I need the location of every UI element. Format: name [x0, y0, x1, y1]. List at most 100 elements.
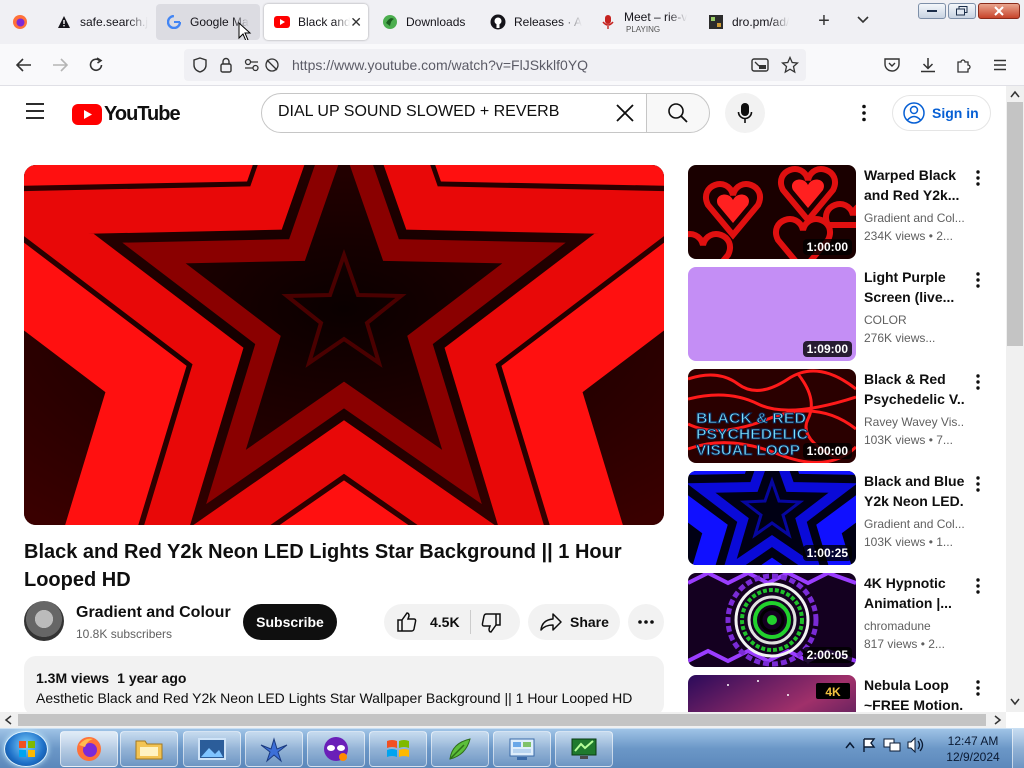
recommended-title[interactable]: Black and Blue Y2k Neon LED... [864, 471, 964, 511]
channel-name[interactable]: Gradient and Colour [76, 604, 231, 622]
youtube-icon [274, 14, 290, 30]
app-menu-icon[interactable] [990, 55, 1010, 75]
channel-avatar[interactable] [24, 601, 64, 641]
recommended-channel[interactable]: chromadune [864, 619, 964, 633]
sign-in-button[interactable]: Sign in [892, 95, 991, 131]
recommended-title[interactable]: Nebula Loop ~FREE Motion... [864, 675, 964, 712]
more-actions-button[interactable] [628, 604, 664, 640]
vertical-scrollbar[interactable] [1006, 86, 1024, 712]
video-thumbnail[interactable]: 4K [688, 675, 856, 712]
recommended-channel[interactable]: Ravey Wavey Vis... [864, 415, 964, 429]
forward-button[interactable] [50, 55, 70, 75]
recommended-video[interactable]: 1:00:25 Black and Blue Y2k Neon LED... Gr… [688, 471, 988, 567]
video-player[interactable] [24, 165, 664, 525]
guide-menu-icon[interactable] [24, 102, 46, 125]
recommended-title[interactable]: Warped Black and Red Y2k... [864, 165, 964, 205]
scroll-up-icon[interactable] [1010, 90, 1020, 98]
recommended-title[interactable]: 4K Hypnotic Animation |... [864, 573, 964, 613]
search-button[interactable] [646, 93, 710, 133]
video-thumbnail[interactable]: BLACK & RED PSYCHEDELIC VISUAL LOOP 1:00… [688, 369, 856, 463]
list-all-tabs-icon[interactable] [856, 12, 870, 30]
title-line: 4K Hypnotic [864, 575, 946, 591]
recommended-video[interactable]: BLACK & RED PSYCHEDELIC VISUAL LOOP 1:00… [688, 369, 988, 465]
show-desktop-button[interactable] [1012, 729, 1024, 768]
video-thumbnail[interactable]: 1:00:00 [688, 165, 856, 259]
video-options-icon[interactable] [970, 271, 986, 294]
tab-label: dro.pm/ad/ [732, 15, 790, 29]
taskbar-explorer[interactable] [120, 731, 178, 767]
pocket-icon[interactable] [882, 55, 902, 75]
network-icon[interactable] [883, 737, 901, 753]
volume-icon[interactable] [907, 737, 925, 753]
tab-releases[interactable]: Releases · A [480, 4, 586, 40]
bookmark-star-icon[interactable] [780, 55, 800, 75]
permissions-icon[interactable] [242, 55, 282, 75]
new-tab-button[interactable]: + [814, 10, 834, 32]
system-clock[interactable]: 12:47 AM 12/9/2024 [944, 733, 1002, 765]
voice-search-button[interactable] [725, 93, 765, 133]
recommended-channel[interactable]: COLOR [864, 313, 964, 327]
taskbar-photo-app[interactable] [183, 731, 241, 767]
recommended-channel[interactable]: Gradient and Col... [864, 517, 964, 531]
taskbar-firefox[interactable] [60, 731, 118, 767]
close-tab-icon[interactable]: ✕ [350, 14, 362, 31]
video-thumbnail[interactable]: 1:00:25 [688, 471, 856, 565]
extensions-icon[interactable] [954, 55, 974, 75]
youtube-logo[interactable]: YouTube [72, 103, 181, 126]
video-options-icon[interactable] [970, 169, 986, 192]
downloads-button-icon[interactable] [918, 55, 938, 75]
recommended-video[interactable]: 1:09:00 Light Purple Screen (live... COLO… [688, 267, 988, 363]
share-button[interactable]: Share [528, 604, 620, 640]
video-options-icon[interactable] [970, 475, 986, 498]
taskbar-mask-app[interactable] [307, 731, 365, 767]
taskbar-app-bird[interactable] [245, 731, 303, 767]
reload-button[interactable] [86, 55, 106, 75]
video-thumbnail[interactable]: 2:00:05 [688, 573, 856, 667]
recommended-video[interactable]: 4K Nebula Loop ~FREE Motion... [688, 675, 988, 712]
lock-icon[interactable] [216, 55, 236, 75]
firefox-view-tab[interactable] [2, 4, 42, 40]
recommended-title[interactable]: Black & Red Psychedelic V... [864, 369, 964, 409]
horizontal-scroll-thumb[interactable] [18, 714, 986, 726]
restore-button[interactable] [948, 3, 976, 19]
tab-google-maps[interactable]: Google Ma [156, 4, 260, 40]
description-box[interactable]: 1.3M views 1 year ago Aesthetic Black and… [24, 656, 664, 716]
tab-meet[interactable]: Meet – rie-v PLAYING [590, 4, 696, 40]
recommended-title[interactable]: Light Purple Screen (live... [864, 267, 964, 307]
back-button[interactable] [14, 55, 34, 75]
minimize-button[interactable] [918, 3, 946, 19]
video-options-icon[interactable] [970, 679, 986, 702]
tab-youtube-active[interactable]: Black and ✕ [264, 4, 368, 40]
action-center-flag-icon[interactable] [861, 737, 877, 753]
show-hidden-icons[interactable] [845, 741, 855, 749]
horizontal-scrollbar[interactable] [0, 712, 1006, 728]
search-input[interactable] [278, 103, 598, 121]
subscribe-button[interactable]: Subscribe [243, 604, 337, 640]
picture-in-picture-icon[interactable] [750, 55, 770, 75]
taskbar-windows-app[interactable] [369, 731, 427, 767]
clear-search-icon[interactable] [614, 102, 636, 129]
start-button[interactable] [4, 731, 48, 767]
video-options-icon[interactable] [970, 577, 986, 600]
settings-kebab-icon[interactable] [854, 103, 874, 128]
url-bar[interactable]: https://www.youtube.com/watch?v=FlJSkklf… [184, 49, 806, 81]
vertical-scroll-thumb[interactable] [1007, 102, 1023, 346]
video-options-icon[interactable] [970, 373, 986, 396]
taskbar-monitor-app[interactable] [555, 731, 613, 767]
tracking-protection-icon[interactable] [190, 55, 210, 75]
scroll-right-icon[interactable] [994, 715, 1002, 725]
video-thumbnail[interactable]: 1:09:00 [688, 267, 856, 361]
recommended-video[interactable]: 1:00:00 Warped Black and Red Y2k... Gradi… [688, 165, 988, 261]
like-button[interactable]: 4.5K [384, 604, 470, 640]
taskbar-green-app[interactable] [431, 731, 489, 767]
dislike-button[interactable] [480, 612, 502, 639]
taskbar-control-panel[interactable] [493, 731, 551, 767]
tab-dro-pm[interactable]: dro.pm/ad/ [698, 4, 804, 40]
recommended-video[interactable]: 2:00:05 4K Hypnotic Animation |... chroma… [688, 573, 988, 669]
close-window-button[interactable] [978, 3, 1020, 19]
scroll-left-icon[interactable] [4, 715, 12, 725]
scroll-down-icon[interactable] [1010, 698, 1020, 706]
tab-downloads[interactable]: Downloads [372, 4, 478, 40]
recommended-channel[interactable]: Gradient and Col... [864, 211, 964, 225]
tab-safe-search[interactable]: safe.search.j [46, 4, 152, 40]
